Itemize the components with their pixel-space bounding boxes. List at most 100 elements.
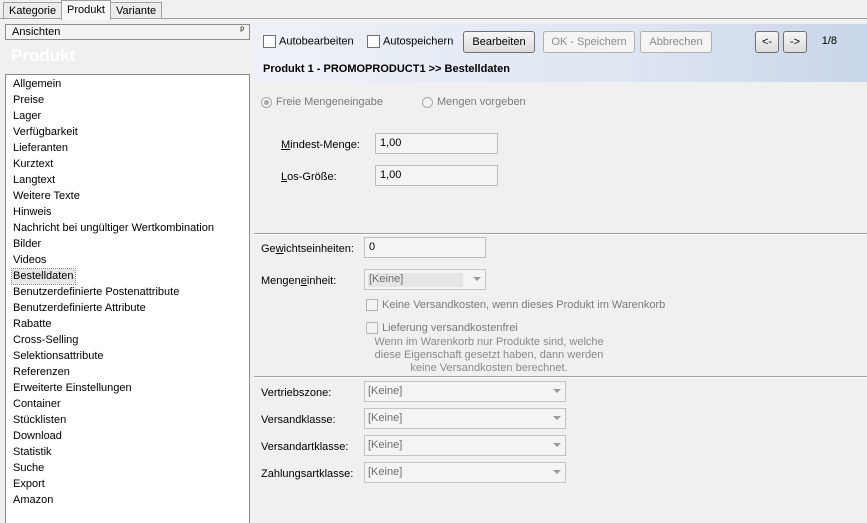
free-delivery-checkbox[interactable]: Lieferung versandkostenfrei (366, 322, 518, 335)
auto-save-label: Autospeichern (383, 35, 454, 48)
views-list-item[interactable]: Referenzen (12, 365, 71, 380)
auto-edit-checkbox[interactable]: Autobearbeiten (263, 35, 354, 49)
views-list-item[interactable]: Download (12, 429, 63, 444)
views-list-item[interactable]: Lager (12, 109, 42, 124)
shipping-class-value: [Keine] (368, 412, 403, 424)
shipping-type-class-label: Versandartklasse: (261, 441, 349, 453)
detail-panel: Autobearbeiten Autospeichern Bearbeiten … (254, 24, 867, 523)
views-list-item[interactable]: Export (12, 477, 46, 492)
views-list-item[interactable]: Hinweis (12, 205, 53, 220)
no-shipping-costs-checkbox[interactable]: Keine Versandkosten, wenn dieses Produkt… (366, 299, 666, 312)
min-qty-label-text: indest-Menge: (290, 139, 360, 151)
free-delivery-note: Wenn im Warenkorb nur Produkte sind, wel… (369, 336, 609, 375)
chevron-down-icon[interactable] (473, 277, 481, 281)
auto-edit-label: Autobearbeiten (279, 35, 354, 48)
shipping-type-class-select[interactable]: [Keine] (364, 435, 566, 456)
tab-kategorie[interactable]: Kategorie (3, 2, 63, 19)
views-list-item[interactable]: Allgemein (12, 77, 62, 92)
weight-units-label-a: Ge (261, 243, 276, 255)
chevron-down-icon[interactable] (553, 470, 561, 474)
views-list-item[interactable]: Erweiterte Einstellungen (12, 381, 133, 396)
sales-zone-select[interactable]: [Keine] (364, 381, 566, 402)
shipping-class-select[interactable]: [Keine] (364, 408, 566, 429)
chevron-down-icon[interactable] (553, 443, 561, 447)
views-list-item[interactable]: Preise (12, 93, 45, 108)
radio-free-quantity-label: Freie Mengeneingabe (276, 96, 384, 108)
toolbar: Autobearbeiten Autospeichern Bearbeiten … (254, 24, 867, 82)
lot-size-field[interactable]: 1,00 (375, 165, 498, 186)
sales-zone-value: [Keine] (368, 385, 403, 397)
divider-2 (254, 376, 867, 378)
views-list-item[interactable]: Verfügbarkeit (12, 125, 79, 140)
weight-units-field[interactable]: 0 (364, 237, 486, 258)
views-list-item[interactable]: Langtext (12, 173, 56, 188)
views-list-item[interactable]: Kurztext (12, 157, 54, 172)
weight-units-label-b: ichtseinheiten: (283, 243, 354, 255)
views-list-item[interactable]: Statistik (12, 445, 53, 460)
views-list-item[interactable]: Bilder (12, 237, 42, 252)
views-list-item[interactable]: Benutzerdefinierte Postenattribute (12, 285, 180, 300)
min-qty-field[interactable]: 1,00 (375, 133, 498, 154)
cancel-button[interactable]: Abbrechen (640, 31, 712, 53)
tab-variante[interactable]: Variante (110, 2, 163, 19)
views-list-item[interactable]: Amazon (12, 493, 54, 508)
auto-edit-checkbox-box[interactable] (263, 35, 276, 48)
free-delivery-box[interactable] (366, 322, 378, 335)
product-banner: Produkt (5, 40, 250, 74)
views-list-item[interactable]: Suche (12, 461, 45, 476)
no-shipping-costs-label: Keine Versandkosten, wenn dieses Produkt… (382, 299, 666, 311)
lot-size-label: Los-Größe: (281, 171, 337, 183)
next-button[interactable]: -> (783, 31, 807, 53)
radio-free-quantity[interactable]: Freie Mengeneingabe (261, 96, 383, 108)
no-shipping-costs-box[interactable] (366, 299, 378, 312)
min-qty-label: Mindest-Menge: (281, 139, 360, 151)
views-list-item[interactable]: Stücklisten (12, 413, 67, 428)
tab-produkt[interactable]: Produkt (61, 0, 111, 20)
min-qty-label-mnemonic: M (281, 139, 291, 151)
qty-unit-label: Mengeneinheit: (261, 275, 336, 287)
views-header: Ansichten ᵖ (5, 24, 250, 40)
views-list-item[interactable]: Bestelldaten (11, 268, 76, 285)
views-panel: Ansichten ᵖ Produkt Allgemein Preise Lager… (5, 24, 250, 523)
auto-save-checkbox-box[interactable] (367, 35, 380, 48)
views-list-item[interactable]: Nachricht bei ungültiger Wertkombination (12, 221, 215, 236)
ok-save-button[interactable]: OK - Speichern (543, 31, 635, 53)
shipping-type-class-value: [Keine] (368, 439, 403, 451)
views-list-item[interactable]: Videos (12, 253, 47, 268)
weight-units-label: Gewichtseinheiten: (261, 243, 354, 255)
payment-type-class-select[interactable]: [Keine] (364, 462, 566, 483)
pin-icon[interactable]: ᵖ (240, 25, 244, 36)
divider-1 (254, 233, 867, 235)
lot-size-label-text: os-Größe: (287, 171, 337, 183)
breadcrumb: Produkt 1 - PROMOPRODUCT1 >> Bestelldate… (263, 63, 510, 75)
auto-save-checkbox[interactable]: Autospeichern (367, 35, 453, 49)
weight-units-label-mnemonic: w (275, 243, 284, 255)
views-list-item[interactable]: Container (12, 397, 62, 412)
free-delivery-note-line: keine Versandkosten berechnet. (410, 362, 568, 374)
qty-unit-value: [Keine] (368, 273, 463, 287)
prev-button[interactable]: <- (755, 31, 779, 53)
views-list-item[interactable]: Rabatte (12, 317, 53, 332)
views-list-item[interactable]: Lieferanten (12, 141, 69, 156)
radio-fixed-quantity-dot[interactable] (422, 96, 433, 108)
views-list-item[interactable]: Benutzerdefinierte Attribute (12, 301, 147, 316)
sales-zone-label: Vertriebszone: (261, 387, 332, 399)
views-list: Allgemein Preise Lager Verfügbarkeit Liefera… (5, 74, 250, 523)
views-list-item[interactable]: Selektionsattribute (12, 349, 105, 364)
views-header-label: Ansichten (12, 26, 61, 38)
radio-fixed-quantity-label: Mengen vorgeben (437, 96, 526, 108)
qty-unit-select[interactable]: [Keine] (364, 269, 486, 290)
tab-divider (0, 18, 867, 19)
chevron-down-icon[interactable] (553, 416, 561, 420)
chevron-down-icon[interactable] (553, 389, 561, 393)
top-tabbar: Kategorie Produkt Variante (0, 0, 867, 20)
views-list-item[interactable]: Weitere Texte (12, 189, 81, 204)
shipping-class-label: Versandklasse: (261, 414, 336, 426)
free-delivery-note-line: Wenn im Warenkorb nur Produkte sind, wel… (374, 336, 604, 348)
page-indicator: 1/8 (821, 35, 837, 47)
radio-fixed-quantity[interactable]: Mengen vorgeben (422, 96, 526, 108)
views-list-item[interactable]: Cross-Selling (12, 333, 79, 348)
radio-free-quantity-dot[interactable] (261, 96, 272, 108)
edit-button[interactable]: Bearbeiten (463, 31, 535, 53)
payment-type-class-label: Zahlungsartklasse: (261, 468, 354, 480)
